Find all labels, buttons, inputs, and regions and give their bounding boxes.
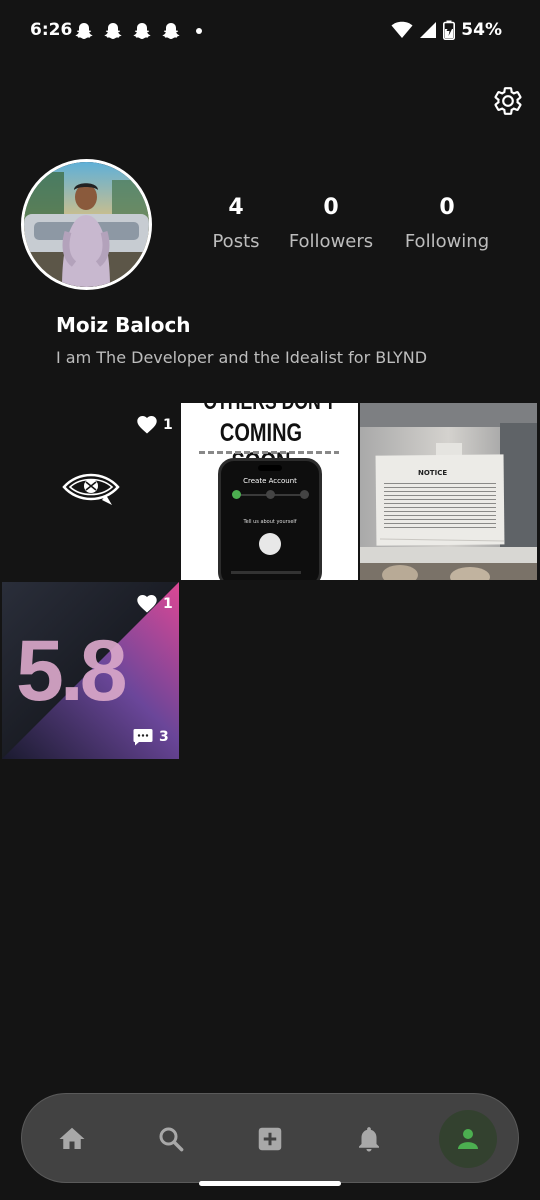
like-count-value: 1 (163, 417, 173, 433)
post-headline-top: OTHERS DON'T (199, 403, 341, 415)
phone-mockup: Create Account Tell us about yourself (218, 458, 322, 580)
snapchat-icon (104, 23, 122, 39)
following-label: Following (404, 231, 490, 252)
add-post-icon (258, 1127, 282, 1151)
stat-followers[interactable]: 0 Followers (271, 195, 391, 252)
nav-search[interactable] (142, 1110, 200, 1168)
notice-text-lines (384, 483, 496, 529)
search-icon (159, 1127, 184, 1152)
form-field (231, 571, 301, 574)
nav-notifications[interactable] (340, 1110, 398, 1168)
like-count: 1 (137, 595, 173, 613)
status-time: 6:26 (30, 20, 73, 40)
notification-icons (74, 21, 202, 41)
following-count: 0 (439, 195, 455, 220)
heart-icon (137, 595, 157, 613)
step-3 (300, 490, 309, 499)
post-tile[interactable]: 5.8 1 3 (2, 582, 179, 759)
profile-pic-placeholder (259, 533, 281, 555)
post-subline (199, 451, 339, 454)
notifications-icon (359, 1127, 379, 1152)
nav-profile[interactable] (439, 1110, 497, 1168)
home-indicator[interactable] (199, 1181, 341, 1186)
snapchat-icon (162, 23, 180, 39)
post-tile[interactable]: 1 (2, 403, 179, 580)
bottom-nav (21, 1093, 519, 1183)
comment-icon (133, 729, 153, 746)
avatar-photo (24, 162, 149, 287)
graphic-text: 5.8 (16, 623, 128, 719)
screen-prompt: Tell us about yourself (243, 519, 297, 525)
gear-icon (494, 87, 522, 115)
followers-label: Followers (288, 231, 374, 252)
comment-count-value: 3 (159, 729, 169, 745)
step-2 (266, 490, 275, 499)
comment-count: 3 (133, 728, 169, 746)
snapchat-icon (133, 23, 151, 39)
step-1 (232, 490, 241, 499)
like-count-value: 1 (163, 596, 173, 612)
status-bar: 6:26 54% (0, 0, 540, 64)
battery-percent: 54% (461, 20, 502, 40)
nav-home[interactable] (43, 1110, 101, 1168)
like-count: 1 (137, 416, 173, 434)
nav-add-post[interactable] (241, 1110, 299, 1168)
screen-title: Create Account (243, 477, 297, 485)
settings-button[interactable] (492, 85, 524, 117)
avatar[interactable] (21, 159, 152, 290)
home-icon (59, 1127, 85, 1149)
profile-name: Moiz Baloch (56, 313, 191, 337)
wifi-icon (391, 21, 413, 38)
post-tile[interactable]: NOTICE (360, 403, 537, 580)
notice-title: NOTICE (418, 469, 448, 477)
more-notifications-dot (196, 28, 202, 34)
phone-notch (258, 465, 282, 471)
profile-icon (458, 1129, 478, 1149)
stat-following[interactable]: 0 Following (387, 195, 507, 252)
signal-icon (420, 22, 437, 38)
followers-count: 0 (323, 195, 339, 220)
status-right: 54% (391, 20, 502, 40)
battery-icon (443, 20, 456, 40)
profile-bio: I am The Developer and the Idealist for … (56, 348, 428, 367)
snapchat-icon (75, 23, 93, 39)
heart-icon (137, 416, 157, 434)
post-tile[interactable]: OTHERS DON'T COMING SOON Create Account … (181, 403, 358, 580)
